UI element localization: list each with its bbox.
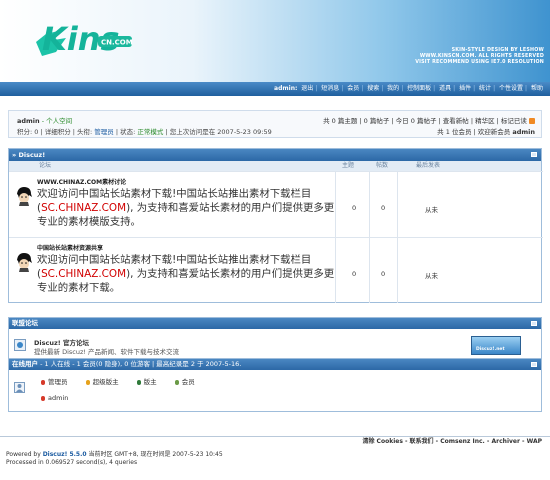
- legend-admin: 管理员: [41, 378, 76, 386]
- super-mod-icon: [85, 379, 90, 385]
- nav-mine[interactable]: 我的: [386, 85, 400, 92]
- col-last-post: 最后发表: [416, 162, 441, 169]
- username[interactable]: admin: [17, 117, 40, 125]
- forum-row: WWW.CHINAZ.COM素材讨论 欢迎访问中国站长站素材下载!中国站长站推出…: [9, 171, 543, 238]
- site-header: Kins CN.COM SKIN-STYLE DESIGN BY LESHOW …: [0, 0, 550, 82]
- nav-stats[interactable]: 统计: [478, 85, 492, 92]
- powered-by: Powered by: [6, 451, 43, 458]
- post-count: 0: [381, 270, 386, 278]
- header-credits: SKIN-STYLE DESIGN BY LESHOW WWW.KINSCN.C…: [415, 48, 544, 66]
- online-user[interactable]: admin: [41, 394, 68, 402]
- nav-tools[interactable]: 道具: [438, 85, 452, 92]
- user-stats-line: 积分: 0 | 详细积分 | 头衔: 管理员 | 状态: 正常模式 | 您上次访…: [17, 126, 272, 136]
- forum-links: 联盟论坛 Discuz! 官方论坛 提供最新 Discuz! 产品新闻、软件下载…: [8, 317, 542, 359]
- online-username[interactable]: admin: [48, 394, 68, 402]
- legend-member: 会员: [174, 378, 203, 386]
- online-header: 在线用户 - 1 人在线 - 1 会员(0 隐身), 0 位游客 | 最高纪录是…: [9, 359, 541, 370]
- post-count: 0: [381, 204, 386, 212]
- forum-avatar-icon: [17, 253, 32, 272]
- user-title[interactable]: 管理员: [94, 128, 114, 136]
- divider: [397, 172, 398, 238]
- topic-count: 0: [352, 204, 357, 212]
- divider: [335, 172, 336, 238]
- col-posts: 帖数: [376, 162, 389, 169]
- legend-super-mod: 超级版主: [85, 378, 127, 386]
- board-stats: 共 0 篇主题 | 0 篇帖子 | 今日 0 篇帖子 | 查看新帖 | 精华区 …: [323, 115, 535, 125]
- forum-description: 欢迎访问中国站长站素材下载!中国站长站推出素材下载栏目(SC.CHINAZ.CO…: [37, 188, 335, 228]
- col-topics: 主题: [342, 162, 355, 169]
- nav-username: admin:: [274, 85, 298, 92]
- admin-icon: [41, 395, 45, 401]
- user-status-label: | 状态:: [113, 128, 138, 136]
- discuz-banner[interactable]: Discuz!.net: [471, 336, 521, 355]
- nav-help[interactable]: 帮助: [530, 85, 544, 92]
- page: Kins CN.COM SKIN-STYLE DESIGN BY LESHOW …: [0, 0, 550, 480]
- online-legend: 管理员 超级版主 版主 会员: [41, 376, 211, 386]
- member-count: 共 1 位会员 | 欢迎新会员: [437, 128, 513, 136]
- col-forum: 论坛: [39, 162, 52, 169]
- footer-links[interactable]: 清除 Cookies - 联系我们 - Comsenz Inc. - Archi…: [0, 436, 550, 446]
- nav-members[interactable]: 会员: [346, 85, 360, 92]
- discuz-version[interactable]: Discuz! 5.5.0: [43, 451, 87, 458]
- nav-logout[interactable]: 退出: [300, 85, 314, 92]
- online-users: 在线用户 - 1 人在线 - 1 会员(0 隐身), 0 位游客 | 最高纪录是…: [8, 359, 542, 412]
- nav-preferences[interactable]: 个性设置: [498, 85, 524, 92]
- svg-text:CN.COM: CN.COM: [101, 39, 133, 47]
- nav-control-panel[interactable]: 控制面板: [406, 85, 432, 92]
- admin-icon: [41, 379, 45, 385]
- forum-row: 中国站长站素材资源共享 欢迎访问中国站长站素材下载!中国站长站推出素材下载栏目(…: [9, 237, 543, 303]
- category-title[interactable]: » Discuz!: [12, 151, 45, 159]
- top-nav: admin: 退出 | 短消息 | 会员 | 搜索 | 我的 | 控制面板 | 道具 | 插件…: [0, 82, 550, 96]
- member-stats: 共 1 位会员 | 欢迎新会员 admin: [437, 126, 535, 136]
- user-info-box: admin - 个人空间 积分: 0 | 详细积分 | 头衔: 管理员 | 状态…: [8, 110, 542, 138]
- board-stats-links[interactable]: 共 0 篇主题 | 0 篇帖子 | 今日 0 篇帖子 | 查看新帖 | 精华区 …: [323, 117, 527, 125]
- column-header: 论坛 主题 帖数 最后发表: [9, 161, 541, 171]
- legend-mod: 版主: [136, 378, 165, 386]
- online-summary: - 1 人在线 - 1 会员(0 隐身), 0 位游客 | 最高纪录是 2 于 …: [38, 360, 242, 368]
- timezone: 当前时区 GMT+8, 现在时间是 2007-5-23 10:45: [86, 451, 223, 458]
- category-header: » Discuz!: [9, 149, 541, 161]
- user-credits: 积分: 0 | 详细积分 | 头衔:: [17, 128, 95, 136]
- personal-space-link[interactable]: - 个人空间: [42, 117, 72, 125]
- official-forum-desc: 提供最新 Discuz! 产品新闻、软件下载与技术交流: [34, 348, 180, 356]
- forum-description: 欢迎访问中国站长站素材下载!中国站长站推出素材下载栏目(SC.CHINAZ.CO…: [37, 254, 335, 294]
- collapse-icon[interactable]: [531, 152, 537, 157]
- forum-title[interactable]: 中国站长站素材资源共享: [37, 243, 103, 252]
- site-logo[interactable]: Kins CN.COM: [32, 12, 144, 64]
- processed-time: Processed in 0.069527 second(s), 4 queri…: [6, 459, 138, 466]
- user-line: admin - 个人空间: [17, 115, 72, 125]
- divider: [335, 238, 336, 303]
- online-icon: [14, 382, 25, 393]
- last-post: 从未: [425, 272, 438, 280]
- nav-messages[interactable]: 短消息: [320, 85, 340, 92]
- links-header: 联盟论坛: [9, 318, 541, 329]
- divider: [369, 238, 370, 303]
- nav-search[interactable]: 搜索: [366, 85, 380, 92]
- collapse-icon[interactable]: [531, 362, 537, 367]
- forum-avatar-icon: [17, 187, 32, 206]
- collapse-icon[interactable]: [531, 321, 537, 326]
- member-icon: [174, 379, 179, 385]
- topic-count: 0: [352, 270, 357, 278]
- forum-title[interactable]: WWW.CHINAZ.COM素材讨论: [37, 177, 126, 186]
- nav-plugins[interactable]: 插件: [458, 85, 472, 92]
- forum-category: » Discuz! 论坛 主题 帖数 最后发表 WWW.CHINAZ.COM素材…: [8, 148, 543, 303]
- last-visit: | 您上次访问是在 2007-5-23 09:59: [163, 128, 272, 136]
- mod-icon: [136, 379, 141, 385]
- forum-link-icon: [14, 339, 26, 351]
- last-post: 从未: [425, 206, 438, 214]
- user-status[interactable]: 正常模式: [137, 128, 163, 136]
- online-label: 在线用户: [12, 360, 38, 368]
- divider: [369, 172, 370, 238]
- newest-member[interactable]: admin: [512, 128, 535, 136]
- divider: [397, 238, 398, 303]
- rss-icon[interactable]: [529, 118, 535, 124]
- links-title: 联盟论坛: [12, 319, 38, 327]
- credit-line: VISIT RECOMMEND USING IE7.0 RESOLUTION: [415, 60, 544, 65]
- footer-info: Powered by Discuz! 5.5.0 当前时区 GMT+8, 现在时…: [6, 451, 223, 467]
